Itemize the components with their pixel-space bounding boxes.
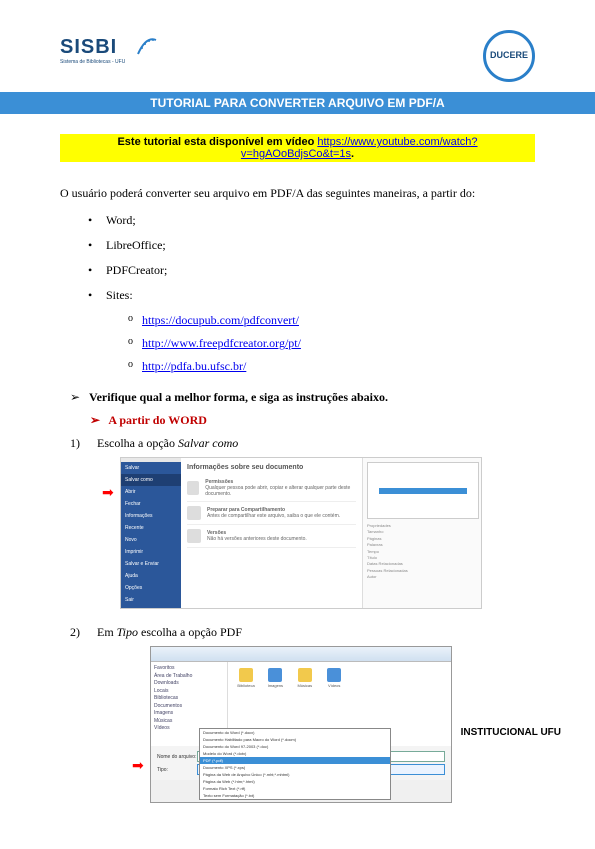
red-arrow-icon: ➡ [102, 485, 114, 502]
site-link[interactable]: http://www.freepdfcreator.org/pt/ [142, 336, 301, 350]
step-2-text-b: escolha a opção PDF [138, 625, 242, 639]
arrow-right-icon: ➢ [70, 390, 86, 405]
sisbi-swoosh-icon [134, 34, 158, 58]
verify-text: Verifique qual a melhor forma, e siga as… [89, 390, 388, 404]
from-word-line: ➢ A partir do WORD [90, 413, 535, 428]
highlight-suffix: . [351, 148, 354, 160]
tool-item: Sites: https://docupub.com/pdfconvert/ h… [88, 288, 535, 374]
step-2-italic: Tipo [117, 625, 138, 639]
ducere-logo-text: DUCERE [490, 50, 528, 60]
type-dropdown-list: Documento do Word (*.docx) Documento Hab… [199, 728, 391, 800]
step-2-num: 2) [70, 625, 94, 640]
site-link-item: https://docupub.com/pdfconvert/ [128, 313, 535, 328]
tool-item: PDFCreator; [88, 263, 535, 278]
document-page: SISBI Sistema de Bibliotecas - UFU DUCER… [0, 0, 595, 849]
institucional-text: INSTITUCIONAL UFU [461, 727, 561, 738]
site-link-item: http://www.freepdfcreator.org/pt/ [128, 336, 535, 351]
arrow-right-red-icon: ➢ [90, 413, 106, 428]
word-info-row: PermissõesQualquer pessoa pode abrir, co… [187, 475, 356, 502]
save-dialog-screenshot: Favoritos Área de Trabalho Downloads Loc… [150, 646, 452, 803]
doc-thumbnail [367, 462, 479, 519]
filename-label: Nome do arquivo: [157, 754, 197, 760]
folder-icon: Músicas [293, 668, 317, 690]
sisbi-logo-text: SISBI [60, 36, 117, 58]
site-link-item: http://pdfa.bu.ufsc.br/ [128, 359, 535, 374]
verify-line: ➢ Verifique qual a melhor forma, e siga … [70, 390, 535, 405]
highlight-wrap: Este tutorial esta disponível em vídeo h… [60, 134, 535, 162]
word-info-screenshot: Salvar Salvar como Abrir Fechar Informaç… [120, 457, 482, 609]
step-1-italic: Salvar como [178, 436, 238, 450]
screenshot-2-wrap: ➡ Favoritos Área de Trabalho Downloads L… [150, 646, 535, 803]
from-word-text: A partir do WORD [108, 413, 207, 427]
word-center-heading: Informações sobre seu documento [187, 464, 356, 471]
folder-icon: Vídeos [322, 668, 346, 690]
tool-item: Word; [88, 213, 535, 228]
highlight-prefix: Este tutorial esta disponível em vídeo [117, 136, 317, 148]
header: SISBI Sistema de Bibliotecas - UFU DUCER… [60, 30, 535, 82]
folder-icon: Biblioteca [234, 668, 258, 690]
word-right-panel: Propriedades Tamanho Páginas Palavras Te… [362, 458, 481, 608]
ducere-logo: DUCERE [483, 30, 535, 82]
tool-item: LibreOffice; [88, 238, 535, 253]
permissions-icon [187, 481, 199, 495]
sites-list: https://docupub.com/pdfconvert/ http://w… [128, 313, 535, 374]
word-info-row: Preparar para CompartilhamentoAntes de c… [187, 502, 356, 525]
tools-list: Word; LibreOffice; PDFCreator; Sites: ht… [88, 213, 535, 374]
step-1: 1) Escolha a opção Salvar como [70, 436, 535, 451]
word-info-row: VersõesNão há versões anteriores deste d… [187, 525, 356, 548]
site-link[interactable]: https://docupub.com/pdfconvert/ [142, 313, 299, 327]
screenshot-1-wrap: ➡ Salvar Salvar como Abrir Fechar Inform… [120, 457, 535, 609]
versions-icon [187, 529, 201, 543]
word-left-menu: Salvar Salvar como Abrir Fechar Informaç… [121, 458, 181, 608]
folder-icon: Imagens [263, 668, 287, 690]
video-highlight: Este tutorial esta disponível em vídeo h… [60, 134, 535, 162]
type-label: Tipo: [157, 767, 197, 773]
word-center-panel: Informações sobre seu documento Permissõ… [181, 458, 362, 608]
red-arrow-icon: ➡ [132, 758, 144, 775]
step-2: 2) Em Tipo escolha a opção PDF [70, 625, 535, 640]
site-link[interactable]: http://pdfa.bu.ufsc.br/ [142, 359, 246, 373]
share-icon [187, 506, 201, 520]
step-1-num: 1) [70, 436, 94, 451]
sisbi-logo: SISBI Sistema de Bibliotecas - UFU [60, 36, 150, 76]
step-1-text: Escolha a opção [97, 436, 178, 450]
sisbi-logo-subtitle: Sistema de Bibliotecas - UFU [60, 59, 150, 65]
doc-meta: Propriedades Tamanho Páginas Palavras Te… [367, 523, 477, 581]
dialog-titlebar [151, 647, 451, 662]
step-2-text-a: Em [97, 625, 117, 639]
intro-paragraph: O usuário poderá converter seu arquivo e… [60, 186, 535, 201]
title-bar: TUTORIAL PARA CONVERTER ARQUIVO EM PDF/A [0, 92, 595, 114]
